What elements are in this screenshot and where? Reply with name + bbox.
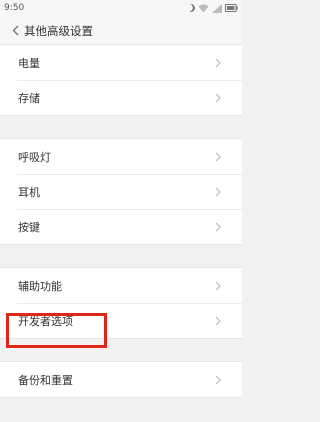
settings-item-headset[interactable]: 耳机 <box>0 174 242 209</box>
settings-item-breathing-light[interactable]: 呼吸灯 <box>0 139 242 174</box>
chevron-right-icon <box>215 187 221 196</box>
settings-group-backup: 备份和重置 <box>0 361 242 398</box>
chevron-right-icon <box>215 152 221 161</box>
chevron-right-icon <box>215 93 221 102</box>
settings-group-hardware: 呼吸灯 耳机 按键 <box>0 138 242 245</box>
settings-item-backup-reset[interactable]: 备份和重置 <box>0 362 242 397</box>
settings-item-accessibility[interactable]: 辅助功能 <box>0 268 242 303</box>
settings-item-label: 耳机 <box>18 185 40 199</box>
status-icons <box>187 2 238 14</box>
back-button[interactable] <box>8 21 22 39</box>
settings-item-label: 开发者选项 <box>18 314 73 328</box>
settings-item-label: 备份和重置 <box>18 373 73 387</box>
settings-item-battery[interactable]: 电量 <box>0 45 242 80</box>
settings-item-buttons[interactable]: 按键 <box>0 209 242 244</box>
chevron-right-icon <box>215 281 221 290</box>
settings-item-label: 按键 <box>18 220 40 234</box>
settings-item-storage[interactable]: 存储 <box>0 80 242 115</box>
page-title: 其他高级设置 <box>24 24 93 38</box>
app-header: 其他高级设置 <box>0 16 242 45</box>
wifi-icon <box>198 4 209 13</box>
settings-group-advanced: 辅助功能 开发者选项 <box>0 267 242 339</box>
moon-icon <box>186 3 196 13</box>
settings-item-label: 辅助功能 <box>18 279 62 293</box>
chevron-right-icon <box>215 58 221 67</box>
settings-item-developer-options[interactable]: 开发者选项 <box>0 303 242 338</box>
settings-item-label: 存储 <box>18 91 40 105</box>
status-bar: 9:50 <box>0 0 242 16</box>
settings-item-label: 电量 <box>18 56 40 70</box>
battery-icon <box>225 4 238 12</box>
settings-group-storage: 电量 存储 <box>0 44 242 116</box>
chevron-right-icon <box>215 316 221 325</box>
chevron-right-icon <box>215 375 221 384</box>
chevron-right-icon <box>215 222 221 231</box>
settings-list: 电量 存储 呼吸灯 耳机 按键 辅助功能 开发者选项 备份和重置 <box>0 44 242 398</box>
settings-item-label: 呼吸灯 <box>18 150 51 164</box>
chevron-left-icon <box>12 25 18 35</box>
signal-icon <box>212 3 222 13</box>
status-time: 9:50 <box>4 3 25 13</box>
